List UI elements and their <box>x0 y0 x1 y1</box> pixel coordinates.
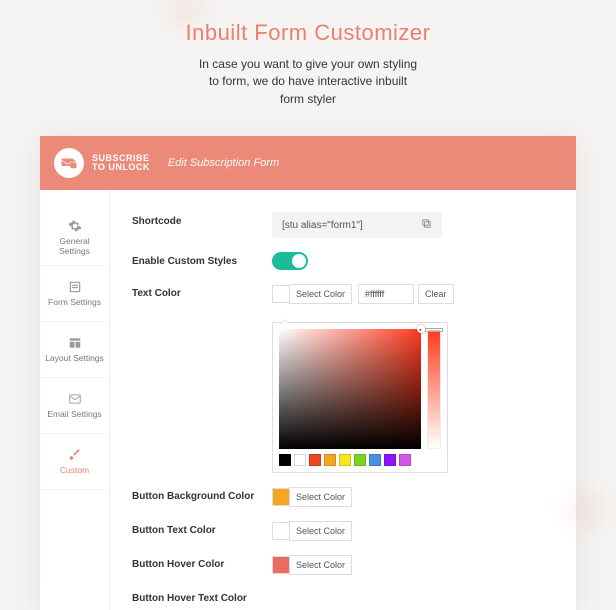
gear-icon <box>68 219 82 233</box>
row-enable-custom: Enable Custom Styles <box>132 252 558 270</box>
field-label: Button Hover Text Color <box>132 589 272 604</box>
panel-header: SUBSCRIBE TO UNLOCK Edit Subscription Fo… <box>40 136 576 190</box>
row-button-text: Button Text Color Select Color <box>132 521 558 541</box>
select-color-button[interactable]: Select Color <box>289 487 352 507</box>
sidebar-item-label: Email Settings <box>43 410 105 419</box>
shortcode-display: [stu alias="form1"] <box>272 212 442 238</box>
row-text-color: Text Color Select Color Clear <box>132 284 558 473</box>
hue-handle[interactable] <box>425 328 443 332</box>
field-label: Enable Custom Styles <box>132 252 272 267</box>
panel-title: Edit Subscription Form <box>168 157 279 169</box>
color-swatch[interactable] <box>272 488 290 506</box>
page-title: Inbuilt Form Customizer <box>0 20 616 46</box>
envelope-icon <box>68 392 82 406</box>
logo-text: SUBSCRIBE TO UNLOCK <box>92 154 150 172</box>
preset-swatch[interactable] <box>339 454 351 466</box>
field-label: Button Hover Color <box>132 555 272 570</box>
row-button-hover: Button Hover Color Select Color <box>132 555 558 575</box>
sidebar-item-label: Form Settings <box>44 298 105 307</box>
envelope-lock-icon <box>54 148 84 178</box>
preset-swatch[interactable] <box>399 454 411 466</box>
clear-button[interactable]: Clear <box>418 284 454 304</box>
copy-icon[interactable] <box>421 218 432 232</box>
row-button-hover-text: Button Hover Text Color <box>132 589 558 604</box>
decoration <box>556 480 616 540</box>
sidebar-item-layout[interactable]: Layout Settings <box>40 322 109 378</box>
sidebar-item-label: Layout Settings <box>41 354 108 363</box>
preset-swatch[interactable] <box>309 454 321 466</box>
color-picker-area[interactable] <box>279 329 421 449</box>
field-label: Button Text Color <box>132 521 272 536</box>
color-swatch[interactable] <box>272 285 290 303</box>
toggle-enable-custom[interactable] <box>272 252 308 270</box>
layout-icon <box>68 336 82 350</box>
content: Shortcode [stu alias="form1"] Enable Cus… <box>110 190 576 610</box>
select-color-button[interactable]: Select Color <box>289 521 352 541</box>
field-label: Shortcode <box>132 212 272 227</box>
hex-input[interactable] <box>358 284 414 304</box>
hero: Inbuilt Form Customizer In case you want… <box>0 0 616 124</box>
preset-swatches <box>279 454 421 466</box>
form-icon <box>68 280 82 294</box>
sidebar-item-label: General Settings <box>40 237 109 256</box>
preset-swatch[interactable] <box>354 454 366 466</box>
select-color-button[interactable]: Select Color <box>289 555 352 575</box>
field-label: Button Background Color <box>132 487 272 502</box>
color-picker <box>272 322 448 473</box>
sidebar-item-general[interactable]: General Settings <box>40 210 109 266</box>
preset-swatch[interactable] <box>369 454 381 466</box>
preset-swatch[interactable] <box>324 454 336 466</box>
sidebar-item-label: Custom <box>56 466 93 475</box>
brush-icon <box>68 448 82 462</box>
settings-panel: SUBSCRIBE TO UNLOCK Edit Subscription Fo… <box>40 136 576 610</box>
sidebar-item-email[interactable]: Email Settings <box>40 378 109 434</box>
color-swatch[interactable] <box>272 556 290 574</box>
sidebar: General Settings Form Settings Layout Se… <box>40 190 110 610</box>
row-shortcode: Shortcode [stu alias="form1"] <box>132 212 558 238</box>
preset-swatch[interactable] <box>279 454 291 466</box>
logo: SUBSCRIBE TO UNLOCK <box>54 148 150 178</box>
sidebar-item-custom[interactable]: Custom <box>40 434 109 490</box>
select-color-button[interactable]: Select Color <box>289 284 352 304</box>
shortcode-value: [stu alias="form1"] <box>282 220 363 231</box>
field-label: Text Color <box>132 284 272 299</box>
picker-handle[interactable] <box>417 325 425 333</box>
page-subtitle: In case you want to give your own stylin… <box>0 56 616 108</box>
sidebar-item-form[interactable]: Form Settings <box>40 266 109 322</box>
row-button-bg: Button Background Color Select Color <box>132 487 558 507</box>
preset-swatch[interactable] <box>294 454 306 466</box>
preset-swatch[interactable] <box>384 454 396 466</box>
color-swatch[interactable] <box>272 522 290 540</box>
hue-slider[interactable] <box>427 329 441 449</box>
